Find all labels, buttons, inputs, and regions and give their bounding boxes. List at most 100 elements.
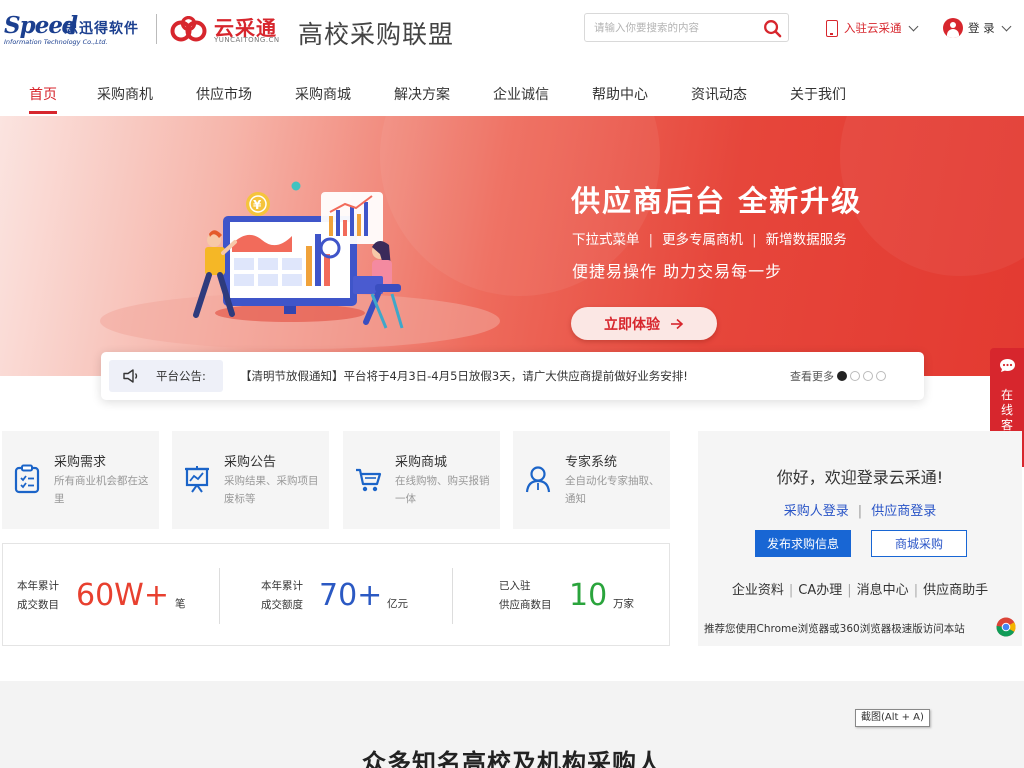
stat-label: 已入驻 供应商数目 — [499, 577, 552, 615]
try-now-button[interactable]: 立即体验 — [571, 307, 717, 340]
nav-item-home[interactable]: 首页 — [29, 84, 57, 104]
banner-title: 供应商后台 全新升级 — [571, 184, 863, 218]
carousel-dot[interactable] — [876, 371, 886, 381]
quick-link-supplier-assistant[interactable]: 供应商助手 — [923, 583, 988, 598]
card-description: 在线购物、购买报销一体 — [395, 475, 490, 505]
card-description: 采购结果、采购项目废标等 — [224, 475, 319, 505]
announcement-text[interactable]: 【清明节放假通知】平台将于4月3日-4月5日放假3天，请广大供应商提前做好业务安… — [240, 368, 688, 384]
stat-label-line: 已入驻 — [499, 580, 531, 592]
statistics-panel: 本年累计 成交数目 60W+ 笔 本年累计 成交额度 70+ 亿元 已入驻 供应… — [2, 543, 670, 646]
user-avatar-icon — [943, 18, 963, 38]
banner-slogan: 便捷易操作 助力交易每一步 — [572, 262, 783, 281]
stat-label-line: 本年累计 — [261, 580, 303, 592]
banner-feature: 新增数据服务 — [765, 232, 847, 248]
carousel-dots — [837, 371, 886, 381]
chevron-down-icon — [908, 21, 918, 31]
view-more-link[interactable]: 查看更多 — [790, 368, 834, 384]
nav-item-news[interactable]: 资讯动态 — [691, 84, 747, 104]
nav-item-purchase-mall[interactable]: 采购商城 — [295, 84, 351, 104]
buyer-login-link[interactable]: 采购人登录 — [784, 504, 849, 519]
nav-item-purchase-opportunities[interactable]: 采购商机 — [97, 84, 153, 104]
stat-value-amount: 70+ — [319, 578, 383, 613]
stat-unit: 亿元 — [387, 598, 408, 610]
quick-link-ca[interactable]: CA办理 — [798, 583, 842, 598]
yuncaitong-logo-icon[interactable] — [170, 16, 208, 42]
search-input[interactable] — [594, 19, 754, 37]
nav-item-solutions[interactable]: 解决方案 — [394, 84, 450, 104]
login-menu[interactable]: 登 录 — [943, 16, 1012, 40]
clipboard-icon — [14, 464, 40, 494]
banner-illustration: ¥ — [100, 116, 1024, 349]
supplier-login-link[interactable]: 供应商登录 — [871, 504, 936, 519]
card-title: 采购需求 — [54, 455, 107, 470]
carousel-dot[interactable] — [837, 371, 847, 381]
chevron-down-icon — [1001, 21, 1012, 31]
stat-label: 本年累计 成交数目 — [17, 577, 59, 615]
quick-links: 企业资料 | CA办理 | 消息中心 | 供应商助手 — [731, 583, 989, 598]
browser-recommendation: 推荐您使用Chrome浏览器或360浏览器极速版访问本站 — [704, 623, 965, 635]
arrow-right-icon — [671, 318, 684, 329]
carousel-dot[interactable] — [850, 371, 860, 381]
stat-label-line: 成交额度 — [261, 599, 303, 611]
stat-value-suppliers: 10 — [569, 578, 608, 613]
publish-demand-button[interactable]: 发布求购信息 — [755, 530, 851, 557]
logo-divider — [156, 14, 157, 44]
yuncaitong-logo-domain: YUNCAITONG.CN — [214, 36, 280, 44]
top-header: Speed 思迅得软件 Information Technology Co.,L… — [0, 0, 1024, 60]
nav-item-supply-market[interactable]: 供应市场 — [196, 84, 252, 104]
chrome-browser-icon — [996, 617, 1016, 637]
hero-banner[interactable]: ¥ 供应商后台 全新升级 下拉式菜单 | 更多专属商机 | 新增数据服务 便捷易操作 — [0, 116, 1024, 376]
alliance-title: 高校采购联盟 — [298, 20, 455, 49]
screenshot-shortcut-tooltip: 截图(Alt + A) — [855, 709, 930, 727]
login-links: 采购人登录 | 供应商登录 — [783, 504, 937, 519]
settle-in-menu[interactable]: 入驻云采通 — [826, 16, 918, 40]
stat-label-line: 供应商数目 — [499, 599, 552, 611]
announcement-tag-label: 平台公告: — [156, 369, 206, 383]
quick-link-messages[interactable]: 消息中心 — [857, 583, 909, 598]
nav-item-about-us[interactable]: 关于我们 — [790, 84, 846, 104]
banner-features: 下拉式菜单 | 更多专属商机 | 新增数据服务 — [572, 232, 847, 248]
card-title: 采购商城 — [395, 455, 448, 470]
stat-unit: 万家 — [613, 598, 634, 610]
try-now-label: 立即体验 — [604, 316, 660, 333]
login-label: 登 录 — [968, 21, 995, 35]
page: Speed 思迅得软件 Information Technology Co.,L… — [0, 0, 1024, 768]
announcement-bar: 平台公告: 【清明节放假通知】平台将于4月3日-4月5日放假3天，请广大供应商提… — [101, 352, 924, 400]
card-description: 所有商业机会都在这里 — [54, 475, 149, 505]
mobile-phone-icon — [826, 19, 838, 37]
card-purchase-demand[interactable]: 采购需求 所有商业机会都在这里 — [2, 431, 159, 529]
quick-link-company-profile[interactable]: 企业资料 — [732, 583, 784, 598]
speed-logo-cn: 思迅得软件 — [64, 21, 139, 37]
main-nav: 首页 采购商机 供应市场 采购商城 解决方案 企业诚信 帮助中心 资讯动态 关于… — [0, 76, 1024, 116]
speed-logo-sub: Information Technology Co.,Ltd. — [4, 38, 108, 46]
stat-value-deals: 60W+ — [76, 578, 169, 613]
card-title: 采购公告 — [224, 455, 277, 470]
search-icon[interactable] — [763, 19, 782, 38]
card-purchase-announcement[interactable]: 采购公告 采购结果、采购项目废标等 — [172, 431, 329, 529]
card-expert-system[interactable]: 专家系统 全自动化专家抽取、通知 — [513, 431, 670, 529]
settle-in-label: 入驻云采通 — [844, 21, 902, 35]
stat-divider — [219, 568, 220, 624]
svg-text:¥: ¥ — [253, 198, 262, 212]
stat-divider — [452, 568, 453, 624]
banner-feature: 更多专属商机 — [662, 232, 744, 248]
carousel-dot[interactable] — [863, 371, 873, 381]
presentation-icon — [185, 466, 209, 493]
card-title: 专家系统 — [565, 455, 618, 470]
card-purchase-mall[interactable]: 采购商城 在线购物、购买报销一体 — [343, 431, 500, 529]
banner-feature: 下拉式菜单 — [572, 232, 640, 248]
speed-logo[interactable]: Speed 思迅得软件 Information Technology Co.,L… — [4, 12, 149, 46]
login-panel: 你好，欢迎登录云采通! 采购人登录 | 供应商登录 发布求购信息 商城采购 企业资料… — [698, 431, 1022, 646]
mall-purchase-button[interactable]: 商城采购 — [871, 530, 967, 557]
welcome-text: 你好，欢迎登录云采通! — [776, 468, 944, 487]
partners-section-heading: 众多知名高校及机构采购人 — [362, 749, 662, 768]
nav-item-help-center[interactable]: 帮助中心 — [592, 84, 648, 104]
nav-item-enterprise-credit[interactable]: 企业诚信 — [493, 84, 549, 104]
card-description: 全自动化专家抽取、通知 — [565, 475, 660, 505]
stat-label-line: 本年累计 — [17, 580, 59, 592]
megaphone-icon — [123, 369, 138, 383]
nav-active-indicator — [29, 111, 57, 114]
shopping-cart-icon — [356, 468, 382, 492]
announcement-tag: 平台公告: — [109, 360, 223, 392]
stat-unit: 笔 — [175, 598, 186, 610]
